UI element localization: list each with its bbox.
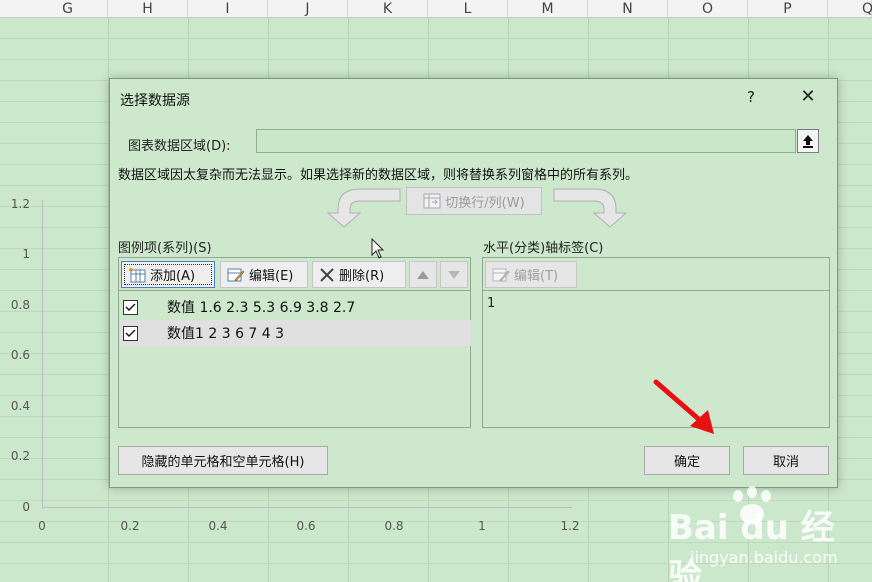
cancel-button[interactable]: 取消 xyxy=(743,446,829,475)
mouse-cursor-icon xyxy=(371,238,385,259)
upload-arrow-icon xyxy=(803,135,813,148)
curved-arrow-left-icon xyxy=(326,188,401,228)
edit-pencil-icon xyxy=(492,268,510,281)
axis-label-item[interactable]: 1 xyxy=(487,296,495,311)
chart-data-range-label: 图表数据区域(D): xyxy=(128,139,231,154)
annotation-arrow-icon xyxy=(653,379,714,434)
chart-x-axis xyxy=(42,507,572,508)
series-list-item[interactable]: 数值 1.6 2.3 5.3 6.9 3.8 2.7 xyxy=(120,294,471,320)
edit-pencil-icon xyxy=(227,268,245,281)
ok-button[interactable]: 确定 xyxy=(644,446,730,475)
column-header-g[interactable]: G xyxy=(28,0,108,18)
series-list-item[interactable]: 数值1 2 3 6 7 4 3 xyxy=(120,320,471,346)
watermark-site: jingyan.baidu.com xyxy=(690,548,838,567)
close-button[interactable]: ✕ xyxy=(796,85,820,109)
column-header-m[interactable]: M xyxy=(508,0,588,18)
y-tick-label: 1.2 xyxy=(10,197,30,211)
triangle-up-icon xyxy=(417,270,429,279)
x-tick-label: 1 xyxy=(478,519,486,533)
switch-table-icon xyxy=(423,193,441,209)
x-tick-label: 0.8 xyxy=(384,519,404,533)
column-header-h[interactable]: H xyxy=(108,0,188,18)
gridline xyxy=(0,59,872,60)
hidden-empty-cells-button[interactable]: 隐藏的单元格和空单元格(H) xyxy=(118,446,328,475)
add-series-button[interactable]: 添加(A) xyxy=(121,261,215,288)
column-header-bar: G H I J K L M N O P Q xyxy=(0,0,872,18)
dialog-title: 选择数据源 xyxy=(120,93,190,109)
chart-y-axis xyxy=(42,200,43,507)
move-up-button[interactable] xyxy=(409,261,437,288)
series-name: 数值 1.6 2.3 5.3 6.9 3.8 2.7 xyxy=(167,300,356,316)
x-tick-label: 0.2 xyxy=(120,519,140,533)
x-tick-label: 0.6 xyxy=(296,519,316,533)
curved-arrow-right-icon xyxy=(553,188,628,228)
column-header-k[interactable]: K xyxy=(348,0,428,18)
column-header-p[interactable]: P xyxy=(748,0,828,18)
edit-axis-labels-label: 编辑(T) xyxy=(514,269,559,284)
x-tick-label: 0.4 xyxy=(208,519,228,533)
delete-x-icon xyxy=(320,267,334,282)
y-tick-label: 0.4 xyxy=(10,399,30,413)
select-data-source-dialog: 选择数据源 ? ✕ 图表数据区域(D): 数据区域因太复杂而无法显示。如果选择新… xyxy=(109,78,838,488)
add-table-icon xyxy=(129,267,146,282)
delete-series-label: 删除(R) xyxy=(339,269,385,284)
chart-data-range-input[interactable] xyxy=(256,129,796,153)
edit-series-button[interactable]: 编辑(E) xyxy=(220,261,308,288)
checkmark-icon xyxy=(125,329,136,337)
delete-series-button[interactable]: 删除(R) xyxy=(312,261,406,288)
legend-toolbar: 添加(A) 编辑(E) 删除(R) xyxy=(119,258,470,291)
series-name: 数值1 2 3 6 7 4 3 xyxy=(167,326,285,342)
y-tick-label: 0.8 xyxy=(10,298,30,312)
y-tick-label: 0.2 xyxy=(10,449,30,463)
y-tick-label: 1 xyxy=(22,247,30,261)
switch-row-column-button[interactable]: 切换行/列(W) xyxy=(406,187,542,215)
horizontal-axis-labels-label: 水平(分类)轴标签(C) xyxy=(483,241,604,256)
column-header-n[interactable]: N xyxy=(588,0,668,18)
x-tick-label: 0 xyxy=(38,519,46,533)
column-header-i[interactable]: I xyxy=(188,0,268,18)
column-header-o[interactable]: O xyxy=(668,0,748,18)
move-down-button[interactable] xyxy=(440,261,468,288)
series-checkbox[interactable] xyxy=(123,325,138,341)
gridline xyxy=(0,38,872,39)
column-header-j[interactable]: J xyxy=(268,0,348,18)
watermark-brand: Bai du 经验 xyxy=(668,508,835,582)
checkmark-icon xyxy=(125,303,136,311)
y-tick-label: 0 xyxy=(22,500,30,514)
y-tick-label: 0.6 xyxy=(10,348,30,362)
range-warning-text: 数据区域因太复杂而无法显示。如果选择新的数据区域，则将替换系列窗格中的所有系列。 xyxy=(118,168,639,183)
edit-axis-labels-button[interactable]: 编辑(T) xyxy=(485,261,577,288)
column-header-q[interactable]: Q xyxy=(828,0,872,18)
edit-series-label: 编辑(E) xyxy=(249,269,294,284)
legend-entries-label: 图例项(系列)(S) xyxy=(118,241,212,256)
legend-entries-panel: 添加(A) 编辑(E) 删除(R) 数值 1.6 2.3 5.3 6.9 3.8… xyxy=(118,257,471,428)
column-header-l[interactable]: L xyxy=(428,0,508,18)
triangle-down-icon xyxy=(448,270,460,279)
series-checkbox[interactable] xyxy=(123,299,138,315)
axis-toolbar: 编辑(T) xyxy=(483,258,829,291)
watermark: Bai du 经验 jingyan.baidu.com xyxy=(668,484,868,582)
add-series-label: 添加(A) xyxy=(150,269,196,284)
switch-row-column-label: 切换行/列(W) xyxy=(445,195,525,211)
range-collapse-button[interactable] xyxy=(797,129,819,153)
x-tick-label: 1.2 xyxy=(560,519,580,533)
help-button[interactable]: ? xyxy=(740,85,762,109)
